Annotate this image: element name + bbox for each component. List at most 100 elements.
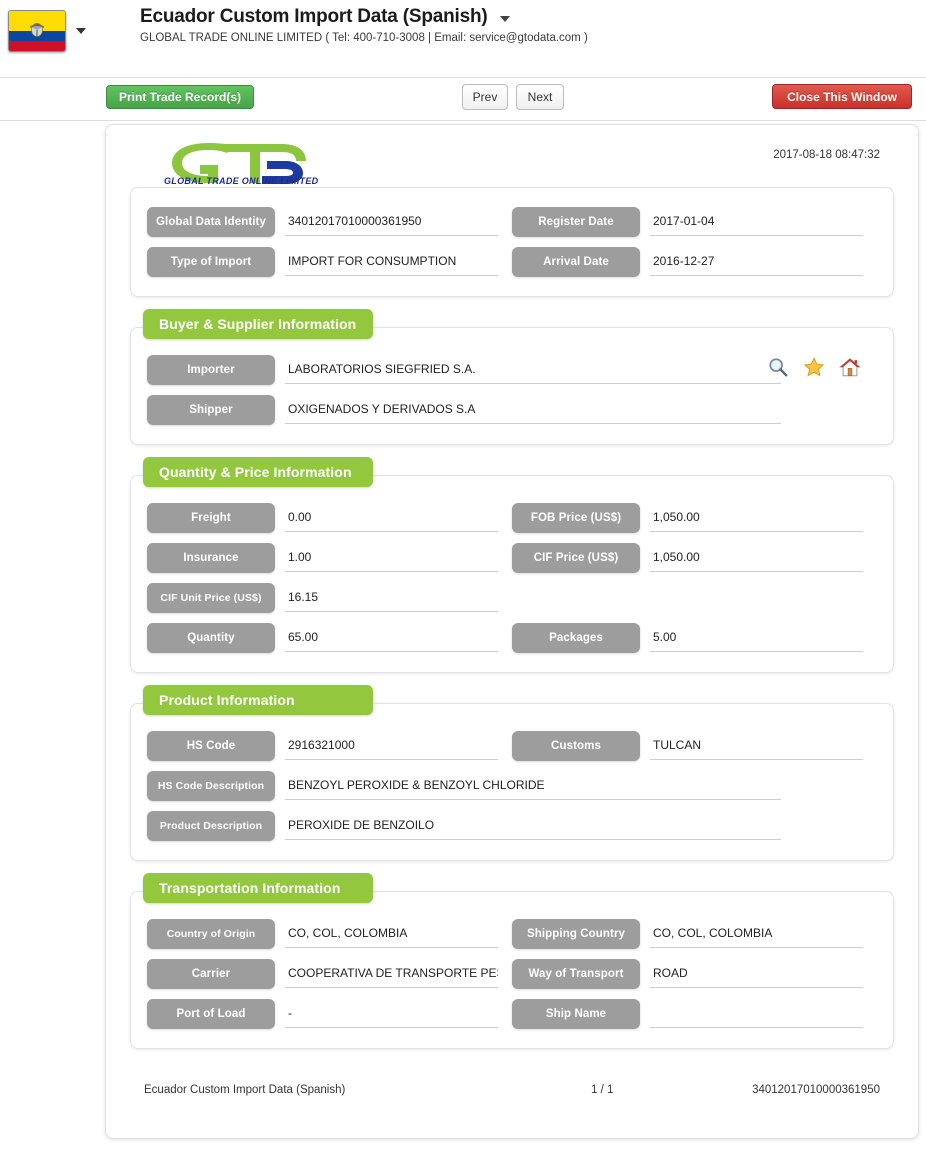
field-value: 1,050.00 bbox=[650, 544, 863, 572]
prev-button[interactable]: Prev bbox=[462, 84, 508, 110]
field-label: CIF Price (US$) bbox=[512, 543, 640, 573]
section-title-transportation: Transportation Information bbox=[143, 873, 373, 903]
identity-rows: Global Data Identity 3401201701000036195… bbox=[131, 188, 893, 296]
buyer-supplier-rows: Importer LABORATORIOS SIEGFRIED S.A. Shi… bbox=[131, 328, 893, 444]
product-information-card: Product Information HS Code 2916321000 C… bbox=[130, 685, 894, 861]
field-type-of-import: Type of Import IMPORT FOR CONSUMPTION bbox=[147, 247, 512, 277]
field-value: 2017-01-04 bbox=[650, 208, 863, 236]
coat-of-arms-icon bbox=[30, 23, 44, 37]
logo-caption: GLOBAL TRADE ONLINE LIMITED bbox=[164, 176, 319, 186]
ecuador-flag-icon[interactable] bbox=[8, 10, 66, 52]
field-value: COOPERATIVA DE TRANSPORTE PESADO bbox=[285, 960, 498, 988]
field-row: CIF Unit Price (US$) 16.15 bbox=[147, 578, 877, 618]
field-label: Ship Name bbox=[512, 999, 640, 1029]
field-value: 2916321000 bbox=[285, 732, 498, 760]
field-value: 2016-12-27 bbox=[650, 248, 863, 276]
company-contact-line: GLOBAL TRADE ONLINE LIMITED ( Tel: 400-7… bbox=[140, 32, 588, 44]
field-value: IMPORT FOR CONSUMPTION bbox=[285, 248, 498, 276]
identity-card: Global Data Identity 3401201701000036195… bbox=[130, 187, 894, 297]
field-quantity: Quantity 65.00 bbox=[147, 623, 512, 653]
next-button[interactable]: Next bbox=[516, 84, 564, 110]
field-label: HS Code bbox=[147, 731, 275, 761]
field-shipper: Shipper OXIGENADOS Y DERIVADOS S.A bbox=[147, 395, 877, 425]
field-label: Global Data Identity bbox=[147, 207, 275, 237]
field-arrival-date: Arrival Date 2016-12-27 bbox=[512, 247, 877, 277]
field-value: 0.00 bbox=[285, 504, 498, 532]
field-value: PEROXIDE DE BENZOILO bbox=[285, 812, 781, 840]
app-header: Ecuador Custom Import Data (Spanish) GLO… bbox=[0, 0, 926, 78]
field-hs-code: HS Code 2916321000 bbox=[147, 731, 512, 761]
field-label: Insurance bbox=[147, 543, 275, 573]
document-timestamp: 2017-08-18 08:47:32 bbox=[773, 149, 880, 161]
flag-band-red bbox=[9, 41, 65, 51]
field-row: Port of Load - Ship Name bbox=[147, 994, 877, 1034]
field-insurance: Insurance 1.00 bbox=[147, 543, 512, 573]
field-label: Importer bbox=[147, 355, 275, 385]
field-row: Insurance 1.00 CIF Price (US$) 1,050.00 bbox=[147, 538, 877, 578]
field-country-of-origin: Country of Origin CO, COL, COLOMBIA bbox=[147, 919, 512, 949]
section-title-product: Product Information bbox=[143, 685, 373, 715]
field-label: Register Date bbox=[512, 207, 640, 237]
field-value: 65.00 bbox=[285, 624, 498, 652]
field-port-of-load: Port of Load - bbox=[147, 999, 512, 1029]
footer-record-id: 34012017010000361950 bbox=[752, 1084, 880, 1096]
field-value: 5.00 bbox=[650, 624, 863, 652]
field-row: Carrier COOPERATIVA DE TRANSPORTE PESADO… bbox=[147, 954, 877, 994]
field-way-of-transport: Way of Transport ROAD bbox=[512, 959, 877, 989]
field-ship-name: Ship Name bbox=[512, 999, 877, 1029]
document-footer: Ecuador Custom Import Data (Spanish) 1 /… bbox=[106, 1084, 918, 1104]
field-row: HS Code 2916321000 Customs TULCAN bbox=[147, 726, 877, 766]
home-icon[interactable] bbox=[839, 356, 861, 378]
buyer-supplier-card: Buyer & Supplier Information Importer LA… bbox=[130, 309, 894, 445]
field-value: ROAD bbox=[650, 960, 863, 988]
field-cif-price: CIF Price (US$) 1,050.00 bbox=[512, 543, 877, 573]
field-register-date: Register Date 2017-01-04 bbox=[512, 207, 877, 237]
field-global-data-identity: Global Data Identity 3401201701000036195… bbox=[147, 207, 512, 237]
field-label: Port of Load bbox=[147, 999, 275, 1029]
field-customs: Customs TULCAN bbox=[512, 731, 877, 761]
chevron-down-icon[interactable] bbox=[76, 28, 86, 34]
field-product-description: Product Description PEROXIDE DE BENZOILO bbox=[147, 811, 877, 841]
product-rows: HS Code 2916321000 Customs TULCAN HS Cod… bbox=[131, 704, 893, 860]
field-value: 34012017010000361950 bbox=[285, 208, 498, 236]
close-this-window-button[interactable]: Close This Window bbox=[772, 84, 912, 109]
print-trade-records-button[interactable]: Print Trade Record(s) bbox=[106, 85, 255, 109]
field-row: Shipper OXIGENADOS Y DERIVADOS S.A bbox=[147, 390, 877, 430]
field-label: CIF Unit Price (US$) bbox=[147, 583, 275, 613]
field-label: Product Description bbox=[147, 811, 275, 841]
title-block: Ecuador Custom Import Data (Spanish) GLO… bbox=[140, 6, 588, 44]
field-label: FOB Price (US$) bbox=[512, 503, 640, 533]
field-label: Customs bbox=[512, 731, 640, 761]
field-value: BENZOYL PEROXIDE & BENZOYL CHLORIDE bbox=[285, 772, 781, 800]
field-value: TULCAN bbox=[650, 732, 863, 760]
field-row: Quantity 65.00 Packages 5.00 bbox=[147, 618, 877, 658]
star-icon[interactable] bbox=[803, 356, 825, 378]
toolbar: Print Trade Record(s) Prev Next Close Th… bbox=[0, 78, 926, 121]
field-label: Quantity bbox=[147, 623, 275, 653]
field-label: Packages bbox=[512, 623, 640, 653]
field-value: 16.15 bbox=[285, 584, 498, 612]
field-row: HS Code Description BENZOYL PEROXIDE & B… bbox=[147, 766, 877, 806]
country-selector[interactable] bbox=[8, 10, 86, 52]
field-label: Shipper bbox=[147, 395, 275, 425]
field-cif-unit-price: CIF Unit Price (US$) 16.15 bbox=[147, 583, 512, 613]
field-row: Freight 0.00 FOB Price (US$) 1,050.00 bbox=[147, 498, 877, 538]
field-row: Product Description PEROXIDE DE BENZOILO bbox=[147, 806, 877, 846]
quantity-price-card: Quantity & Price Information Freight 0.0… bbox=[130, 457, 894, 673]
chevron-down-icon[interactable] bbox=[499, 16, 510, 22]
field-label: Type of Import bbox=[147, 247, 275, 277]
field-value: 1,050.00 bbox=[650, 504, 863, 532]
page-title: Ecuador Custom Import Data (Spanish) bbox=[140, 6, 488, 27]
field-value: OXIGENADOS Y DERIVADOS S.A bbox=[285, 396, 781, 424]
field-row: Type of Import IMPORT FOR CONSUMPTION Ar… bbox=[147, 242, 877, 282]
search-icon[interactable] bbox=[767, 356, 789, 378]
field-value: CO, COL, COLOMBIA bbox=[285, 920, 498, 948]
quantity-price-rows: Freight 0.00 FOB Price (US$) 1,050.00 In… bbox=[131, 476, 893, 672]
field-freight: Freight 0.00 bbox=[147, 503, 512, 533]
field-row: Country of Origin CO, COL, COLOMBIA Ship… bbox=[147, 914, 877, 954]
field-row: Importer LABORATORIOS SIEGFRIED S.A. bbox=[147, 350, 877, 390]
field-shipping-country: Shipping Country CO, COL, COLOMBIA bbox=[512, 919, 877, 949]
field-value bbox=[650, 1000, 863, 1028]
transportation-rows: Country of Origin CO, COL, COLOMBIA Ship… bbox=[131, 892, 893, 1048]
field-row: Global Data Identity 3401201701000036195… bbox=[147, 202, 877, 242]
